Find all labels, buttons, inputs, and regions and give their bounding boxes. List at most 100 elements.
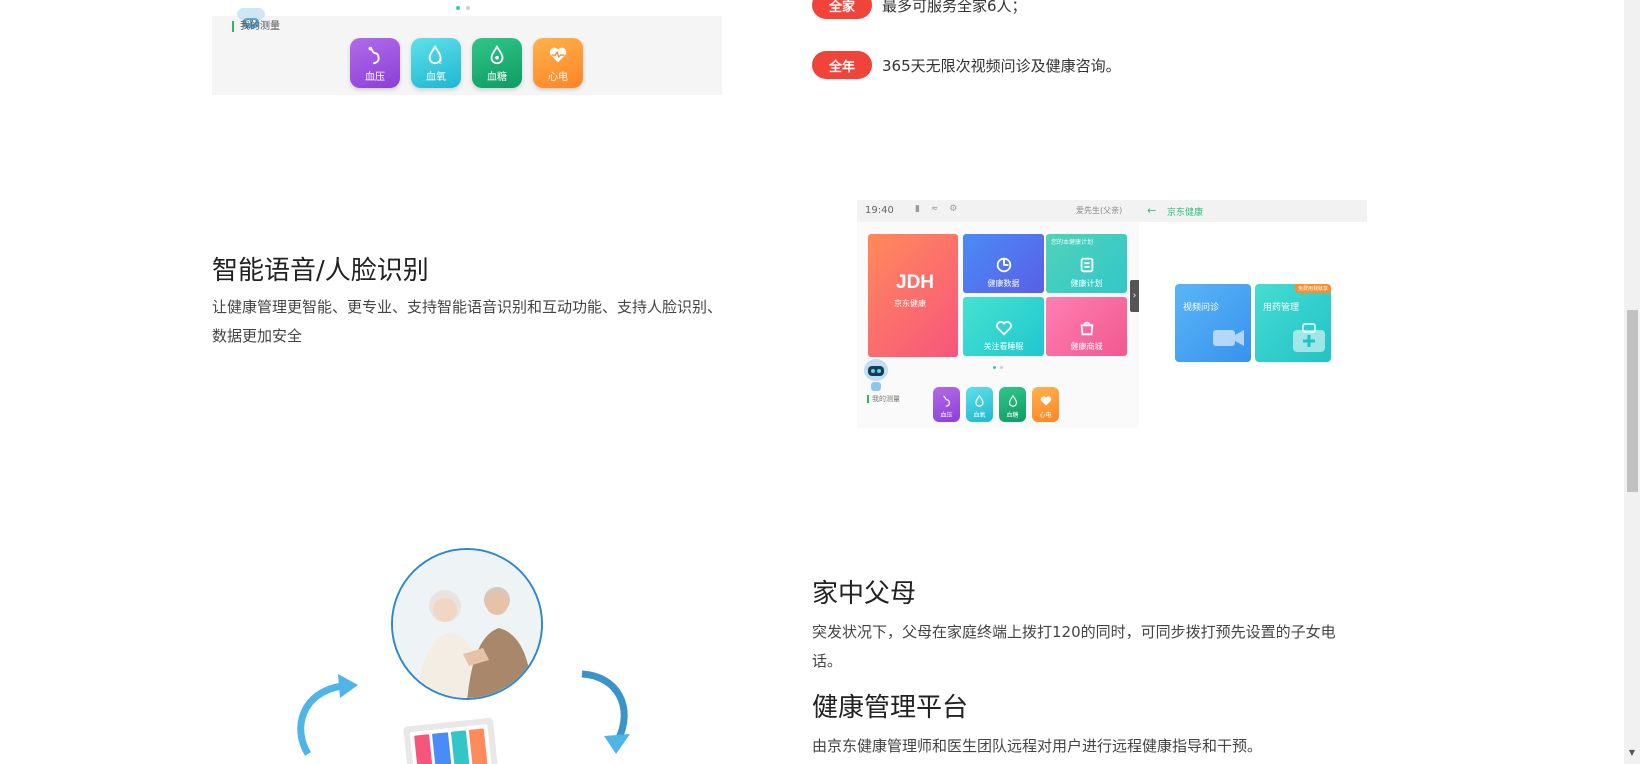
blood-pressure-icon <box>368 46 380 64</box>
section-title-platform: 健康管理平台 <box>812 693 969 723</box>
jdh-brand-card[interactable]: JDH 京东健康 <box>868 234 958 357</box>
my-measure-label: 我的测量 <box>867 395 900 403</box>
tile-ecg[interactable]: 心电 <box>1032 387 1059 422</box>
tablet-screen <box>409 724 493 764</box>
card-health-mall[interactable]: 健康商城 <box>1046 297 1127 356</box>
tile-label: 血氧 <box>973 412 986 419</box>
section-title-parents: 家中父母 <box>812 579 917 609</box>
feature-row-family: 全家 最多可服务全家6人； <box>812 0 1027 19</box>
my-measure-label: 我的测量 <box>232 21 280 32</box>
feature-row-year: 全年 365天无限次视频问诊及健康咨询。 <box>812 51 1121 79</box>
elderly-couple-illustration <box>393 550 541 698</box>
jdh-logo: JDH <box>896 272 935 293</box>
tile-label: 血压 <box>940 412 953 419</box>
carousel-dot[interactable] <box>1000 366 1003 369</box>
chevron-right-icon[interactable]: › <box>1130 280 1139 312</box>
section-description-parents: 突发状况下，父母在家庭终端上拨打120的同时，可同步拨打预先设置的子女电话。 <box>812 623 1336 670</box>
pill-badge: 全家 <box>812 0 872 19</box>
device-user: 爱先生(父亲) <box>1076 206 1123 215</box>
device-right-title: 京东健康 <box>1167 208 1204 218</box>
medkit-icon <box>1293 323 1325 352</box>
status-icons: ▮ ≈ ⚙ <box>915 204 962 214</box>
card-health-data[interactable]: 健康数据 <box>963 234 1044 293</box>
measure-tiles: 血压 2 血氧 血糖 心电 <box>350 38 583 88</box>
carousel-dots <box>993 366 1003 369</box>
card-label: 用药管理 <box>1263 303 1300 313</box>
tile-blood-sugar[interactable]: 血糖 <box>472 38 522 88</box>
feature-text: 365天无限次视频问诊及健康咨询。 <box>882 56 1121 75</box>
ecg-heart-icon <box>1040 396 1051 406</box>
blood-oxygen-icon: 2 <box>428 44 443 65</box>
device-time: 19:40 <box>865 205 894 216</box>
carousel-dot-active[interactable] <box>993 366 996 369</box>
section-title: 智能语音/人脸识别 <box>212 256 429 286</box>
device-screenshot: 19:40 ▮ ≈ ⚙ 爱先生(父亲) ← 京东健康 JDH 京东健康 健康数据… <box>857 200 1367 428</box>
tablet-tile <box>414 734 434 764</box>
curved-arrow-left-icon <box>297 674 358 756</box>
card-medication[interactable]: 免费用我就享 用药管理 <box>1255 284 1331 362</box>
platform-block: 健康管理平台 由京东健康管理师和医生团队远程对用户进行远程健康指导和干预。 <box>812 690 1352 761</box>
video-camera-icon <box>1213 330 1244 346</box>
elderly-couple-photo <box>391 548 543 700</box>
card-label: 关注看睡眠 <box>983 342 1024 351</box>
card-video-consult[interactable]: 视频问诊 <box>1175 284 1251 362</box>
tile-label: 心电 <box>1039 412 1052 419</box>
card-top-label: 您的本健康计划 <box>1051 239 1094 246</box>
promo-badge: 免费用我就享 <box>1294 284 1331 293</box>
shop-bag-icon <box>1080 321 1093 336</box>
tile-label: 心电 <box>548 71 568 83</box>
carousel-dot[interactable] <box>466 6 470 10</box>
heart-icon <box>995 321 1012 336</box>
device-service-screen: 视频问诊 免费用我就享 用药管理 <box>1139 222 1367 428</box>
tile-label: 血氧 <box>426 71 446 83</box>
section-description: 让健康管理更智能、更专业、支持智能语音识别和互动功能、支持人脸识别、数据更加安全 <box>212 298 723 345</box>
tablet-tile <box>450 730 470 764</box>
feature-text: 最多可服务全家6人； <box>882 0 1027 15</box>
measure-panel: 我的测量 血压 2 血氧 血糖 心电 <box>212 8 722 95</box>
blood-sugar-icon <box>490 44 504 64</box>
carousel-dots <box>456 6 470 10</box>
scroll-down-arrow-icon[interactable]: ▼ <box>1627 748 1637 758</box>
tile-ecg[interactable]: 心电 <box>533 38 583 88</box>
blood-oxygen-icon <box>974 394 984 407</box>
measure-tiles: 血压 血氧 血糖 心电 <box>933 387 1059 422</box>
tile-blood-oxygen[interactable]: 血氧 <box>966 387 993 422</box>
robot-mascot-icon <box>864 359 888 391</box>
card-health-plan[interactable]: 您的本健康计划 健康计划 <box>1046 234 1127 293</box>
curved-arrow-right-icon <box>581 670 630 754</box>
svg-text:2: 2 <box>439 59 443 65</box>
card-label: 健康计划 <box>1070 279 1103 288</box>
card-label: 健康商城 <box>1070 342 1103 351</box>
pill-badge: 全年 <box>812 51 872 79</box>
tablet-tile <box>432 732 452 764</box>
voice-face-section: 智能语音/人脸识别 让健康管理更智能、更专业、支持智能语音识别和互动功能、支持人… <box>212 253 732 351</box>
tile-label: 血糖 <box>1006 412 1019 419</box>
tile-blood-oxygen[interactable]: 2 血氧 <box>411 38 461 88</box>
back-arrow-icon[interactable]: ← <box>1147 204 1156 217</box>
carousel-dot-active[interactable] <box>456 6 460 10</box>
measure-panel-preview: 我的测量 血压 2 血氧 血糖 心电 <box>212 0 722 95</box>
family-diagram <box>290 540 650 764</box>
section-description-platform: 由京东健康管理师和医生团队远程对用户进行远程健康指导和干预。 <box>812 737 1263 755</box>
card-label: 健康数据 <box>987 279 1020 288</box>
tile-label: 血糖 <box>487 71 507 83</box>
blood-pressure-icon <box>942 395 950 407</box>
device-status-bar: 19:40 ▮ ≈ ⚙ 爱先生(父亲) ← 京东健康 <box>857 200 1367 222</box>
device-home-screen: JDH 京东健康 健康数据 您的本健康计划 健康计划 关注看睡眠 健康商城 › <box>857 222 1139 428</box>
family-platform-section: 家中父母 突发状况下，父母在家庭终端上拨打120的同时，可同步拨打预先设置的子女… <box>812 576 1352 761</box>
tablet-tile <box>468 728 488 764</box>
family-terminal-tablet <box>403 717 499 764</box>
blood-sugar-icon <box>1008 394 1017 407</box>
tile-blood-sugar[interactable]: 血糖 <box>999 387 1026 422</box>
card-sleep[interactable]: 关注看睡眠 <box>963 297 1044 356</box>
scrollbar-thumb[interactable] <box>1627 310 1638 492</box>
card-label: 视频问诊 <box>1183 303 1220 313</box>
tile-blood-pressure[interactable]: 血压 <box>350 38 400 88</box>
tile-label: 血压 <box>365 71 385 83</box>
chart-icon <box>996 257 1011 273</box>
jdh-sub: 京东健康 <box>894 299 926 308</box>
ecg-heart-icon <box>549 47 567 62</box>
page-scrollbar[interactable]: ▼ <box>1624 0 1640 764</box>
tile-blood-pressure[interactable]: 血压 <box>933 387 960 422</box>
document-icon <box>1080 257 1093 273</box>
